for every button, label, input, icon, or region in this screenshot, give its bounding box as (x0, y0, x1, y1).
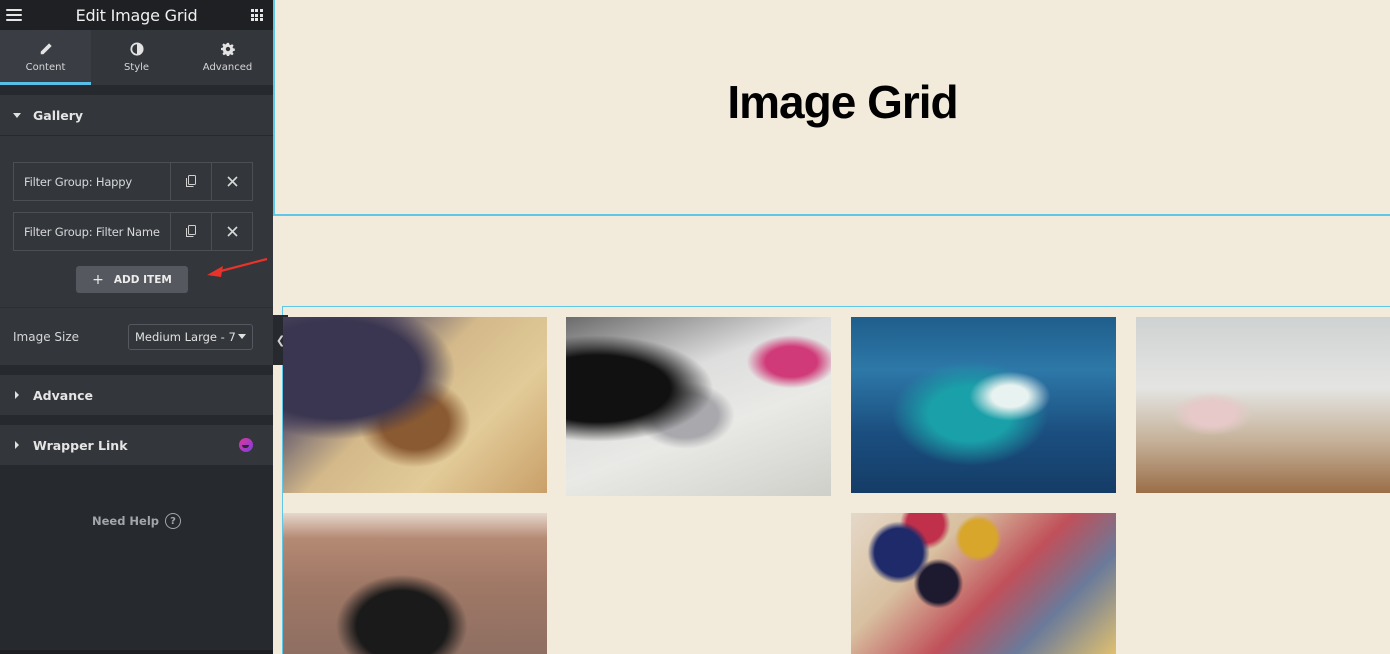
menu-icon[interactable] (6, 9, 22, 21)
copy-icon (186, 175, 196, 187)
wrapper-link-section: Wrapper Link (0, 425, 273, 465)
duplicate-button[interactable] (170, 213, 211, 250)
image-size-select[interactable]: Medium Large - 768 x 0 (128, 323, 253, 350)
image-size-label: Image Size (13, 329, 80, 344)
repeater-item: Filter Group: Filter Name (13, 212, 253, 251)
remove-button[interactable] (211, 163, 252, 200)
editor-panel: Edit Image Grid Content Style Advanced G… (0, 0, 273, 654)
grid-image[interactable] (1136, 317, 1390, 493)
tab-style[interactable]: Style (91, 30, 182, 85)
page-heading: Image Grid (727, 76, 958, 128)
duplicate-button[interactable] (170, 163, 211, 200)
plus-icon: + (92, 271, 104, 288)
question-icon: ? (165, 513, 182, 529)
copy-icon (186, 225, 196, 237)
grid-image[interactable] (566, 317, 831, 496)
add-item-label: ADD ITEM (113, 273, 172, 286)
annotation-arrow-icon (207, 257, 268, 277)
tab-advanced[interactable]: Advanced (182, 30, 273, 85)
tab-label: Advanced (202, 62, 253, 73)
need-help-label: Need Help (91, 514, 160, 528)
tab-content[interactable]: Content (0, 30, 91, 85)
close-icon (226, 176, 238, 187)
repeater-item: Filter Group: Happy (13, 162, 253, 201)
section-title: Gallery (33, 107, 84, 123)
section-title: Wrapper Link (33, 437, 128, 453)
panel-tabs: Content Style Advanced (0, 30, 273, 85)
close-icon (226, 226, 238, 237)
section-title: Advance (33, 387, 93, 403)
image-size-control: Image Size Medium Large - 768 x 0 (0, 307, 273, 365)
image-size-value: Medium Large - 768 x 0 (135, 329, 235, 344)
tab-label: Style (123, 62, 150, 73)
advance-section-toggle[interactable]: Advance (0, 375, 273, 415)
grid-image[interactable] (283, 317, 547, 493)
grid-image[interactable] (283, 513, 547, 654)
happy-addons-icon (239, 438, 253, 452)
advance-section: Advance (0, 375, 273, 415)
caret-right-icon (15, 441, 19, 449)
chevron-down-icon (238, 334, 246, 339)
grid-image[interactable] (851, 317, 1116, 493)
heading-section[interactable]: Image Grid (273, 0, 1390, 216)
half-circle-icon (129, 42, 144, 56)
tab-label: Content (25, 62, 66, 73)
panel-title: Edit Image Grid (75, 5, 198, 25)
caret-down-icon (13, 112, 21, 118)
caret-right-icon (15, 391, 19, 399)
add-item-button[interactable]: + ADD ITEM (76, 266, 188, 293)
widgets-grid-icon[interactable] (250, 9, 263, 21)
gear-icon (220, 42, 235, 56)
remove-button[interactable] (211, 213, 252, 250)
repeater-item-label[interactable]: Filter Group: Filter Name (14, 213, 170, 250)
gallery-section-toggle[interactable]: Gallery (0, 95, 273, 135)
panel-header: Edit Image Grid (0, 0, 273, 30)
wrapper-link-section-toggle[interactable]: Wrapper Link (0, 425, 273, 465)
repeater-item-label[interactable]: Filter Group: Happy (14, 163, 170, 200)
gallery-section: Gallery Filter Group: Happy Filter Group… (0, 95, 273, 365)
need-help-link[interactable]: Need Help ? (0, 513, 273, 529)
grid-image[interactable] (851, 513, 1116, 654)
pencil-icon (40, 43, 52, 55)
